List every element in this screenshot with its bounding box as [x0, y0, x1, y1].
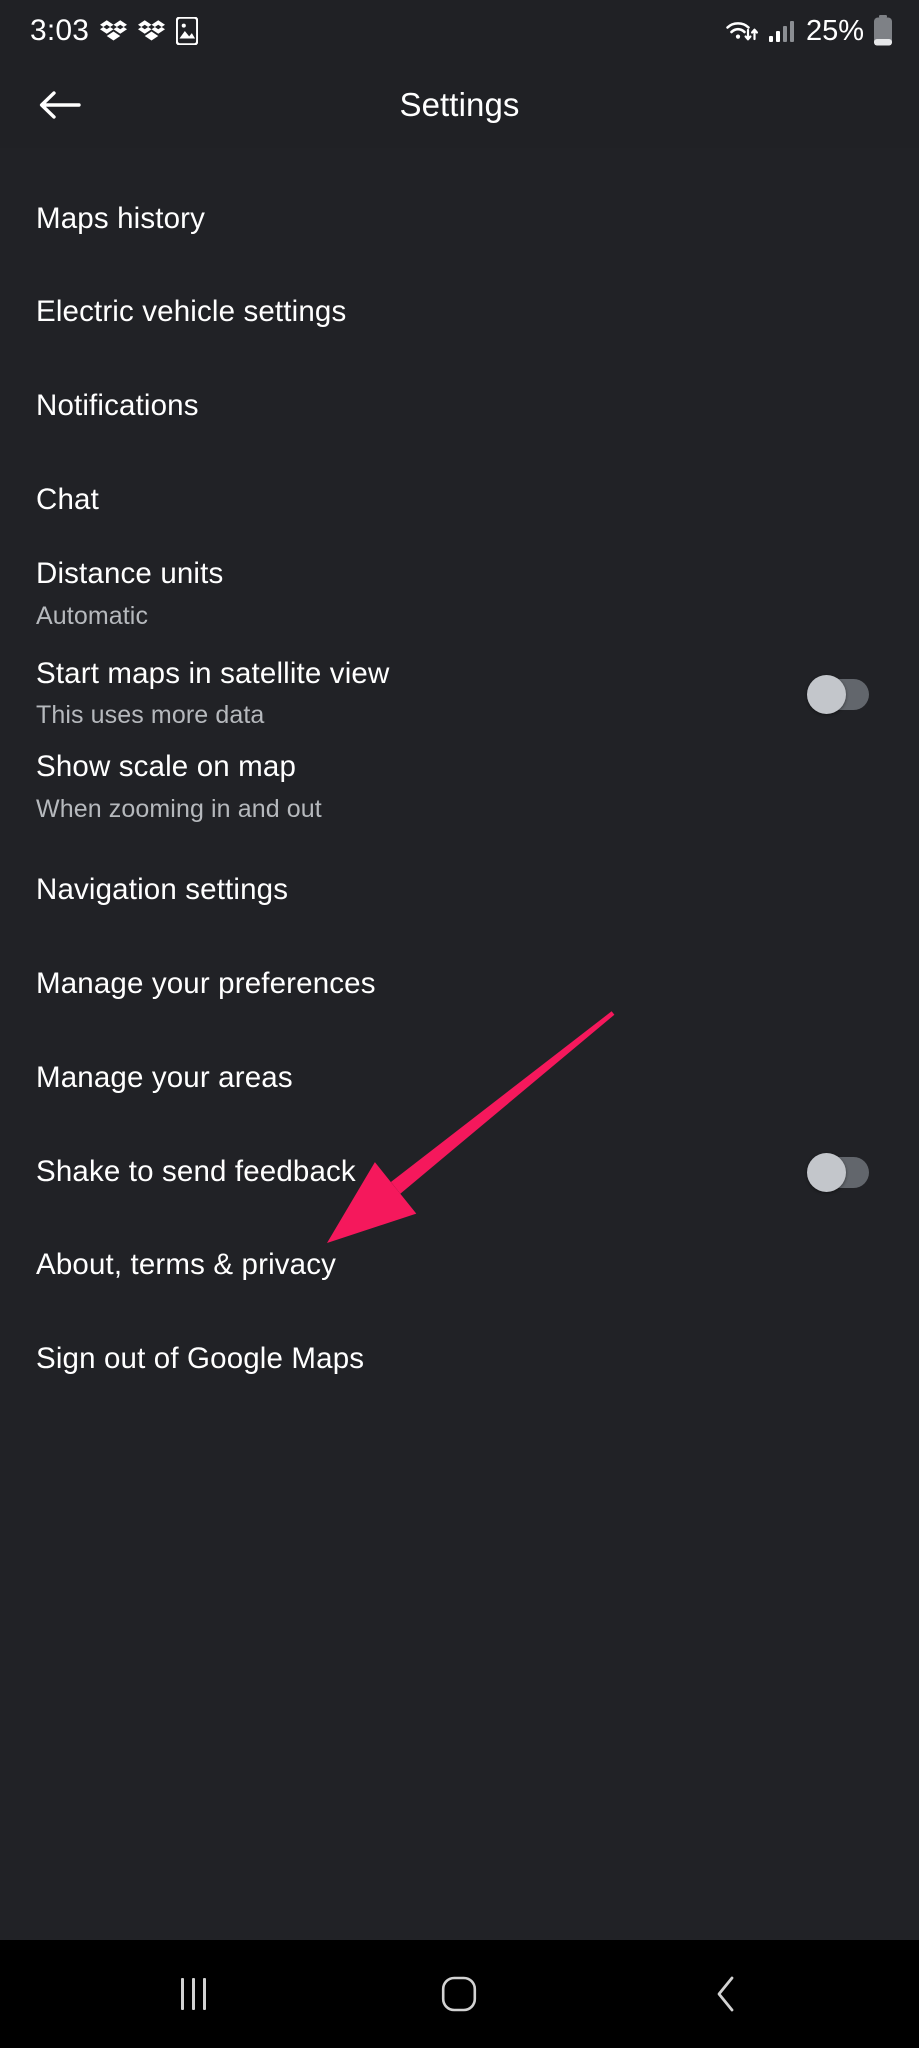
settings-row-title: Distance units	[36, 556, 224, 590]
settings-row[interactable]: Sign out of Google Maps	[0, 1312, 919, 1406]
settings-row[interactable]: Maps history	[0, 172, 919, 266]
settings-row[interactable]: Start maps in satellite view This uses mo…	[0, 647, 919, 741]
back-icon[interactable]	[671, 1940, 781, 2048]
settings-row[interactable]: Show scale on map When zooming in and out	[0, 740, 919, 834]
dropbox-icon	[138, 18, 166, 45]
settings-row-texts: Manage your preferences	[36, 967, 376, 1002]
settings-row-texts: Notifications	[36, 389, 199, 424]
home-icon[interactable]	[404, 1940, 514, 2048]
wifi-icon	[725, 17, 759, 45]
settings-row[interactable]: Chat	[0, 453, 919, 547]
settings-row-subtitle: This uses more data	[36, 701, 265, 730]
settings-row-title: Start maps in satellite view	[36, 656, 390, 690]
photo-icon	[176, 17, 199, 45]
settings-row[interactable]: Manage your preferences	[0, 938, 919, 1032]
battery-percent-label: 25%	[805, 14, 864, 47]
settings-row[interactable]: Distance units Automatic	[0, 547, 919, 641]
settings-list: Maps history Electric vehicle settings Not…	[0, 148, 919, 1940]
recents-glyph	[180, 1978, 206, 2010]
settings-row-title: About, terms & privacy	[36, 1248, 337, 1282]
status-bar: 3:03 25%	[0, 0, 919, 62]
settings-row-texts: Sign out of Google Maps	[36, 1342, 364, 1377]
battery-icon	[873, 15, 893, 47]
settings-row-title: Chat	[36, 482, 99, 516]
settings-row-title: Maps history	[36, 201, 206, 235]
settings-row-title: Sign out of Google Maps	[36, 1341, 365, 1375]
settings-row-subtitle: When zooming in and out	[36, 795, 322, 824]
settings-row[interactable]: About, terms & privacy	[0, 1219, 919, 1313]
settings-row-texts: Maps history	[36, 202, 205, 237]
settings-row-texts: Manage your areas	[36, 1061, 293, 1096]
settings-row[interactable]: Notifications	[0, 359, 919, 453]
status-bar-right: 25%	[725, 15, 893, 47]
back-arrow-icon[interactable]	[34, 79, 86, 131]
toggle-thumb	[807, 1153, 846, 1192]
dropbox-icon	[100, 18, 128, 45]
settings-row[interactable]: Electric vehicle settings	[0, 266, 919, 360]
settings-row[interactable]: Navigation settings	[0, 844, 919, 938]
cellular-signal-icon	[768, 18, 794, 44]
status-bar-clock: 3:03	[30, 14, 90, 47]
settings-row-toggle[interactable]	[807, 1153, 869, 1192]
settings-row-title: Show scale on map	[36, 750, 296, 784]
phone-screen: 3:03 25% Settings Maps history Electric …	[0, 0, 919, 2048]
settings-row-title: Electric vehicle settings	[36, 295, 347, 329]
recents-icon[interactable]	[138, 1940, 248, 2048]
settings-row-texts: Shake to send feedback	[36, 1155, 356, 1190]
page-title: Settings	[399, 86, 520, 123]
toggle-thumb	[807, 674, 846, 714]
settings-row[interactable]: Manage your areas	[0, 1031, 919, 1125]
settings-row-texts: Start maps in satellite view This uses mo…	[36, 657, 389, 731]
settings-row-title: Navigation settings	[36, 873, 289, 907]
settings-row-toggle[interactable]	[807, 674, 869, 714]
settings-row-subtitle: Automatic	[36, 601, 149, 630]
system-navigation-bar	[0, 1940, 919, 2048]
settings-row-title: Manage your areas	[36, 1060, 293, 1094]
settings-row-texts: Show scale on map When zooming in and out	[36, 750, 322, 824]
app-bar: Settings	[0, 62, 919, 148]
settings-row-title: Manage your preferences	[36, 967, 376, 1001]
settings-row-title: Notifications	[36, 388, 199, 422]
settings-row-texts: Chat	[36, 483, 99, 518]
settings-row[interactable]: Shake to send feedback	[0, 1125, 919, 1219]
settings-row-texts: Distance units Automatic	[36, 557, 223, 631]
settings-row-texts: Navigation settings	[36, 873, 288, 908]
status-bar-left: 3:03	[30, 14, 199, 47]
settings-row-texts: About, terms & privacy	[36, 1248, 336, 1283]
settings-row-title: Shake to send feedback	[36, 1154, 356, 1188]
settings-row-texts: Electric vehicle settings	[36, 295, 346, 330]
